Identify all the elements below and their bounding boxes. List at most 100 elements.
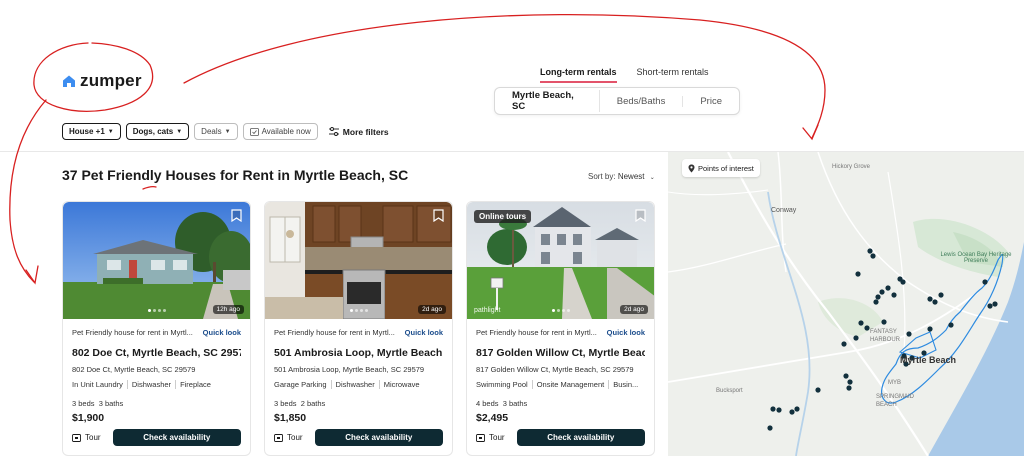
amenity: Busin... [613,380,639,389]
beds-baths-field[interactable]: Beds/Baths [600,95,684,107]
chevron-down-icon: ▼ [224,128,231,135]
tour-label: Tour [489,433,505,442]
quick-look-link[interactable]: Quick look [203,328,241,337]
bookmark-icon[interactable] [635,209,646,222]
check-availability-button[interactable]: Check availability [314,429,443,446]
calendar-check-icon [249,128,259,136]
online-tours-badge: Online tours [474,210,532,223]
carousel-dot [162,309,166,312]
location-field[interactable]: Myrtle Beach, SC [495,90,600,112]
listing-address: 802 Doe Ct, Myrtle Beach, SC 29579 [72,365,196,374]
property-type-label: House +1 [69,127,105,136]
pets-filter[interactable]: Dogs, cats ▼ [125,123,190,140]
filter-bar: House +1 ▼ Dogs, cats ▼ Deals ▼ Availabl… [62,123,389,140]
amenity: In Unit Laundry [72,380,128,389]
listing-beds-baths: 4 beds 3 baths [476,399,645,408]
top-header: zumper Long-term rentals Short-term rent… [0,0,1024,152]
listing-price: $1,900 [72,412,105,424]
listing-photo[interactable]: 12h ago [63,202,250,319]
listing-tagline: Pet Friendly house for rent in Myrtl... [274,328,395,337]
carousel-dot [147,309,151,312]
listing-amenities: In Unit Laundry Dishwasher Fireplace [72,380,241,389]
listing-price: $1,850 [274,412,307,424]
photo-carousel-dots[interactable] [349,309,368,312]
sliders-icon [328,127,339,136]
listing-title[interactable]: 501 Ambrosia Loop, Myrtle Beach, ... [274,347,443,359]
property-type-filter[interactable]: House +1 ▼ [62,123,121,140]
tour-button[interactable]: Tour [274,433,303,442]
listing-amenities: Garage Parking Dishwasher Microwave [274,380,443,389]
carousel-dot [354,309,358,312]
amenity: Dishwasher [336,380,380,389]
map-label-myb: MYB [888,380,902,386]
amenity: Dishwasher [132,380,177,389]
carousel-dot [152,309,156,312]
listing-photo[interactable]: 2d ago [265,202,452,319]
photo-watermark: pathlight [474,307,501,314]
listing-address: 501 Ambrosia Loop, Myrtle Beach, SC 2957… [274,365,425,374]
points-of-interest-button[interactable]: Points of interest [682,159,760,177]
carousel-dot [359,309,363,312]
baths-count: 2 baths [300,399,326,408]
amenity: Fireplace [180,380,211,389]
zumper-logo[interactable]: zumper [62,71,142,91]
chevron-down-icon: ▼ [107,128,114,135]
listing-card[interactable]: 2d ago Pet Friendly house for rent in My… [264,201,453,456]
more-filters-button[interactable]: More filters [328,126,389,137]
map-canvas[interactable] [668,152,1024,456]
tab-short-term-rentals[interactable]: Short-term rentals [637,67,709,83]
map-label-bucksport: Bucksport [716,388,743,394]
quick-look-link[interactable]: Quick look [405,328,443,337]
tour-button[interactable]: Tour [476,433,505,442]
carousel-dot [551,309,555,312]
photo-carousel-dots[interactable] [147,309,166,312]
amenity: Onsite Management [537,380,610,389]
tour-button[interactable]: Tour [72,433,101,442]
search-bar: Myrtle Beach, SC Beds/Baths Price [494,87,740,115]
carousel-dot [561,309,565,312]
price-field[interactable]: Price [683,96,739,107]
calendar-icon [274,434,283,442]
check-availability-button[interactable]: Check availability [112,429,241,446]
listing-address: 817 Golden Willow Ct, Myrtle Beach, SC 2… [476,365,634,374]
listing-card[interactable]: Online tours pathlight 2d ago Pet Friend… [466,201,655,456]
listed-time-badge: 2d ago [418,305,446,314]
map-label-myrtle-beach: Myrtle Beach [900,355,957,365]
brand-name: zumper [80,71,142,90]
listing-card[interactable]: 12h ago Pet Friendly house for rent in M… [62,201,251,456]
quick-look-link[interactable]: Quick look [607,328,645,337]
photo-carousel-dots[interactable] [551,309,570,312]
available-now-filter[interactable]: Available now [242,123,318,140]
carousel-dot [566,309,570,312]
map-pin-icon [688,164,695,172]
poi-label: Points of interest [698,163,754,173]
calendar-icon [476,434,485,442]
map-label-lewis-ocean-bay: Lewis Ocean Bay Heritage Preserve [940,252,1012,264]
sort-dropdown[interactable]: Sort by: Newest ⌄ [588,172,655,181]
chevron-down-icon: ▼ [176,128,183,135]
bookmark-icon[interactable] [433,209,444,222]
results-map[interactable]: Points of interest Hickory Grove Conway … [668,152,1024,456]
available-now-label: Available now [261,127,311,136]
listing-photo[interactable]: Online tours pathlight 2d ago [467,202,654,319]
listing-title[interactable]: 817 Golden Willow Ct, Myrtle Beac... [476,347,645,359]
deals-filter[interactable]: Deals ▼ [194,123,238,140]
bookmark-icon[interactable] [231,209,242,222]
listing-tagline: Pet Friendly house for rent in Myrtl... [72,328,193,337]
listing-cards: 12h ago Pet Friendly house for rent in M… [62,201,655,456]
amenity: Swimming Pool [476,380,533,389]
amenity: Microwave [383,380,420,389]
tab-long-term-rentals[interactable]: Long-term rentals [540,67,617,83]
map-label-fantasy-harbour: FANTASY HARBOUR [870,329,901,343]
beds-count: 3 beds [274,399,297,408]
check-availability-button[interactable]: Check availability [516,429,645,446]
rental-type-tabs: Long-term rentals Short-term rentals [540,67,709,83]
carousel-dot [364,309,368,312]
listing-title[interactable]: 802 Doe Ct, Myrtle Beach, SC 29579 [72,347,241,359]
amenity: Garage Parking [274,380,332,389]
map-label-hickory-grove: Hickory Grove [832,164,871,170]
sort-value: Newest [617,172,645,181]
carousel-dot [349,309,353,312]
more-filters-label: More filters [342,126,389,137]
listing-beds-baths: 3 beds 3 baths [72,399,241,408]
